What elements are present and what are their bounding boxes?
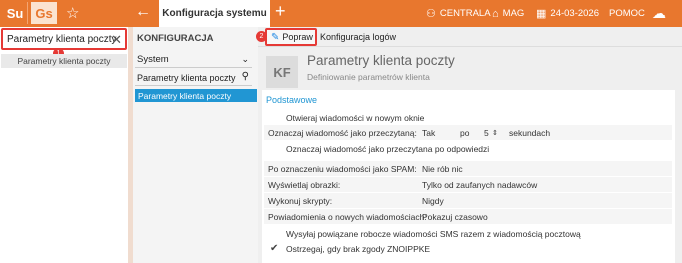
form-title: Parametry klienta poczty bbox=[307, 53, 455, 68]
row-images: Wyświetlaj obrazki: Tylko od zaufanych n… bbox=[264, 177, 672, 192]
config-module-value: System bbox=[137, 54, 169, 65]
date-selector[interactable]: ▦ 24-03-2026 bbox=[536, 0, 599, 27]
star-icon[interactable]: ☆ bbox=[66, 4, 79, 22]
scripts-value[interactable]: Nigdy bbox=[422, 196, 444, 206]
form-avatar: KF bbox=[266, 56, 298, 88]
warehouse-label: MAG bbox=[502, 8, 525, 19]
row-open-new-window[interactable]: Otwieraj wiadomości w nowym oknie bbox=[264, 110, 672, 125]
tab-konfiguracja[interactable]: Konfiguracja systemu bbox=[159, 0, 270, 27]
config-search-input[interactable]: Parametry klienta poczty ⚲ bbox=[135, 70, 252, 86]
warn-label: Ostrzegaj, gdy brak zgody ZNOIPPKE bbox=[286, 243, 431, 254]
popraw-button[interactable]: ✎ Popraw bbox=[265, 28, 317, 46]
row-scripts: Wykonuj skrypty: Nigdy bbox=[264, 193, 672, 208]
add-tab-plus-icon[interactable]: + bbox=[275, 1, 286, 22]
config-item-selected[interactable]: Parametry klienta poczty bbox=[135, 89, 257, 102]
images-value[interactable]: Tylko od zaufanych nadawców bbox=[422, 180, 537, 190]
org-icon: ⚇ bbox=[426, 8, 436, 20]
date-label: 24-03-2026 bbox=[550, 8, 600, 19]
images-label: Wyświetlaj obrazki: bbox=[268, 179, 341, 190]
pencil-icon: ✎ bbox=[271, 31, 280, 43]
row-notify: Powiadomienia o nowych wiadomościach: Po… bbox=[264, 209, 672, 224]
popraw-label: Popraw bbox=[282, 32, 313, 42]
close-icon[interactable]: ✕ bbox=[111, 32, 122, 48]
search-input[interactable]: Parametry klienta poczty ✕ bbox=[1, 28, 127, 50]
step-badge-2: 2 bbox=[256, 31, 267, 42]
row-spam: Po oznaczeniu wiadomości jako SPAM: Nie … bbox=[264, 161, 672, 176]
open-new-window-label: Otwieraj wiadomości w nowym oknie bbox=[286, 112, 425, 123]
mark-read-po: po bbox=[460, 127, 470, 138]
check-icon[interactable]: ✔ bbox=[270, 243, 278, 254]
form-subtitle: Definiowanie parametrów klienta bbox=[307, 72, 430, 82]
chevron-down-icon: ⌄ bbox=[241, 54, 249, 64]
scripts-label: Wykonuj skrypty: bbox=[268, 195, 333, 206]
search-result-item[interactable]: Parametry klienta poczty bbox=[1, 54, 127, 68]
app-logo-su[interactable]: Su bbox=[3, 2, 28, 24]
cloud-icon[interactable]: ☁ bbox=[652, 0, 666, 27]
config-search-value: Parametry klienta poczty bbox=[137, 72, 236, 83]
mark-read-unit: sekundach bbox=[509, 127, 551, 138]
spam-label: Po oznaczeniu wiadomości jako SPAM: bbox=[268, 163, 417, 174]
config-heading: KONFIGURACJA bbox=[137, 33, 214, 44]
spam-value[interactable]: Nie rób nic bbox=[422, 164, 463, 174]
section-podstawowe: Podstawowe bbox=[266, 95, 318, 105]
mark-read-seconds[interactable]: 5 bbox=[484, 128, 489, 138]
row-mark-after-reply[interactable]: Oznaczaj wiadomość jako przeczytana po o… bbox=[264, 141, 672, 156]
mark-read-label: Oznaczaj wiadomość jako przeczytaną: bbox=[268, 127, 417, 138]
mark-after-reply-label: Oznaczaj wiadomość jako przeczytana po o… bbox=[286, 143, 490, 154]
help-link[interactable]: POMOC bbox=[609, 0, 645, 27]
stepper-icon[interactable]: ⇕ bbox=[492, 129, 498, 137]
row-mark-read: Oznaczaj wiadomość jako przeczytaną: Tak… bbox=[264, 125, 672, 140]
org-label: CENTRALA bbox=[439, 8, 491, 19]
row-warn[interactable]: ✔ Ostrzegaj, gdy brak zgody ZNOIPPKE bbox=[264, 241, 672, 256]
search-icon[interactable]: ⚲ bbox=[242, 71, 249, 82]
panel-divider bbox=[128, 27, 133, 263]
warehouse-icon: ⌂ bbox=[492, 7, 499, 20]
search-value: Parametry klienta poczty bbox=[7, 33, 117, 45]
warehouse-selector[interactable]: ⌂ MAG bbox=[492, 0, 524, 27]
calendar-icon: ▦ bbox=[536, 8, 547, 20]
konfiguracja-logow-button[interactable]: Konfiguracja logów bbox=[320, 32, 396, 42]
mark-read-value[interactable]: Tak bbox=[422, 128, 435, 138]
row-sms[interactable]: Wysyłaj powiązane robocze wiadomości SMS… bbox=[264, 226, 672, 241]
app-logo-gs[interactable]: Gs bbox=[31, 2, 57, 24]
config-module-select[interactable]: System ⌄ bbox=[135, 52, 252, 68]
back-arrow-icon[interactable]: ← bbox=[135, 3, 151, 21]
sms-label: Wysyłaj powiązane robocze wiadomości SMS… bbox=[286, 228, 581, 239]
notify-value[interactable]: Pokazuj czasowo bbox=[422, 212, 488, 222]
notify-label: Powiadomienia o nowych wiadomościach: bbox=[268, 211, 427, 222]
help-label: POMOC bbox=[609, 8, 645, 19]
org-selector[interactable]: ⚇ CENTRALA bbox=[426, 0, 491, 27]
